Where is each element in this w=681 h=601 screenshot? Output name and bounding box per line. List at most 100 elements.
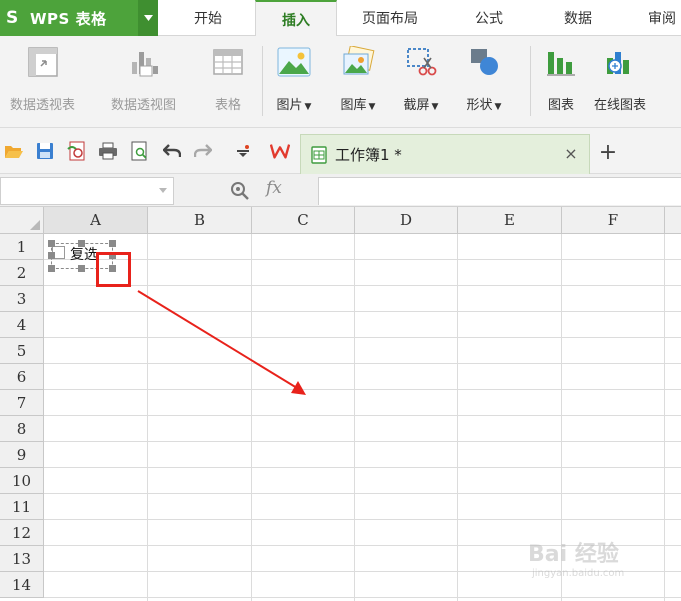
column-header[interactable]: D [355, 207, 458, 234]
grid-line [44, 519, 681, 520]
wps-logo-icon[interactable] [270, 141, 290, 161]
formula-bar: fx [0, 174, 681, 207]
tab-formula[interactable]: 公式 [448, 0, 530, 36]
new-tab-icon[interactable]: + [598, 140, 618, 165]
grid-line [44, 597, 681, 598]
column-header[interactable]: E [458, 207, 562, 234]
pivot-table-label: 数据透视表 [10, 98, 76, 113]
screenshot-label: 截屏 ▼ [403, 98, 439, 113]
row-header[interactable]: 8 [0, 416, 44, 442]
column-header[interactable]: F [562, 207, 665, 234]
grid-line [44, 467, 681, 468]
grid-line [44, 363, 681, 364]
row-header[interactable]: 3 [0, 286, 44, 312]
menu-tab-bar: S WPS 表格 开始 插入 页面布局 公式 数据 审阅 [0, 0, 681, 37]
print-icon[interactable] [98, 141, 118, 161]
tab-review[interactable]: 审阅 [636, 0, 681, 36]
resize-handle[interactable] [78, 265, 85, 272]
bar-chart-icon [543, 44, 579, 80]
resize-handle[interactable] [78, 240, 85, 247]
pivot-chart-icon [126, 44, 162, 80]
quick-access-toolbar: 工作簿1 * × + [0, 128, 681, 174]
gallery-button[interactable]: 图库 ▼ [340, 44, 376, 113]
print-preview-icon[interactable] [130, 141, 150, 161]
column-header[interactable]: A [44, 207, 148, 234]
wps-app-menu-button[interactable]: S WPS 表格 [0, 0, 138, 36]
row-header[interactable]: 12 [0, 520, 44, 546]
watermark-sub: jingyan.baidu.com [532, 568, 625, 579]
grid-line [44, 259, 681, 260]
close-tab-icon[interactable]: × [563, 144, 579, 163]
grid-line [44, 493, 681, 494]
tab-data[interactable]: 数据 [540, 0, 616, 36]
name-box[interactable] [0, 177, 174, 205]
gallery-label: 图库 ▼ [340, 98, 376, 113]
grid-line [44, 441, 681, 442]
tab-page-layout[interactable]: 页面布局 [344, 0, 436, 36]
redo-icon[interactable] [193, 141, 213, 161]
grid-line [44, 415, 681, 416]
row-header[interactable]: 11 [0, 494, 44, 520]
insert-ribbon: 数据透视表 数据透视图 表格 图片 ▼ 图库 ▼ 截屏 ▼ 形状 ▼ 图表 在线… [0, 36, 681, 128]
zoom-function-icon[interactable] [230, 181, 250, 201]
row-header[interactable]: 6 [0, 364, 44, 390]
row-header[interactable]: 1 [0, 234, 44, 260]
picture-icon [276, 44, 312, 80]
select-all-corner[interactable] [0, 207, 44, 234]
checkbox-label: 复选 [70, 247, 98, 263]
row-header[interactable]: 4 [0, 312, 44, 338]
resize-handle[interactable] [48, 240, 55, 247]
customize-dropdown-icon[interactable] [233, 141, 253, 161]
export-pdf-icon[interactable] [66, 141, 86, 161]
grid-line [457, 234, 458, 601]
row-header[interactable]: 14 [0, 572, 44, 598]
row-header[interactable]: 10 [0, 468, 44, 494]
ribbon-separator [530, 46, 531, 116]
screenshot-icon [403, 44, 439, 80]
row-header[interactable]: 13 [0, 546, 44, 572]
table-button[interactable]: 表格 [210, 44, 246, 113]
tab-insert[interactable]: 插入 [255, 0, 337, 37]
chart-label: 图表 [547, 98, 574, 113]
column-header[interactable]: C [252, 207, 355, 234]
row-header[interactable]: 2 [0, 260, 44, 286]
tab-start[interactable]: 开始 [172, 0, 244, 36]
chart-button[interactable]: 图表 [543, 44, 579, 113]
formula-input[interactable] [318, 177, 681, 205]
pivot-table-button[interactable]: 数据透视表 [10, 44, 75, 113]
row-header[interactable]: 5 [0, 338, 44, 364]
grid-line [44, 389, 681, 390]
pivot-chart-label: 数据透视图 [111, 98, 177, 113]
online-chart-icon [602, 44, 638, 80]
undo-icon[interactable] [162, 141, 182, 161]
app-menu-dropdown[interactable] [138, 0, 158, 36]
save-icon[interactable] [35, 141, 55, 161]
grid-line [44, 337, 681, 338]
wps-logo-icon: S [6, 8, 19, 28]
grid-line [354, 234, 355, 601]
resize-handle[interactable] [109, 240, 116, 247]
row-header[interactable]: 7 [0, 390, 44, 416]
open-folder-icon[interactable] [4, 141, 24, 161]
pivot-chart-button[interactable]: 数据透视图 [111, 44, 176, 113]
row-header[interactable]: 9 [0, 442, 44, 468]
resize-handle[interactable] [48, 252, 55, 259]
table-icon [210, 44, 246, 80]
baidu-jingyan-watermark: Bai 经验 jingyan.baidu.com [528, 528, 678, 588]
insert-function-button[interactable]: fx [266, 178, 282, 198]
picture-button[interactable]: 图片 ▼ [276, 44, 312, 113]
screenshot-button[interactable]: 截屏 ▼ [403, 44, 439, 113]
app-title: WPS 表格 [30, 9, 107, 28]
document-tab[interactable]: 工作簿1 * × [300, 134, 590, 174]
highlight-box [96, 252, 131, 287]
online-chart-button[interactable]: 在线图表 [594, 44, 646, 113]
shape-label: 形状 ▼ [466, 98, 502, 113]
online-chart-label: 在线图表 [594, 98, 647, 113]
chevron-down-icon[interactable] [159, 188, 167, 194]
column-header[interactable]: B [148, 207, 252, 234]
picture-label: 图片 ▼ [276, 98, 312, 113]
resize-handle[interactable] [48, 265, 55, 272]
shape-button[interactable]: 形状 ▼ [466, 44, 502, 113]
column-header[interactable] [665, 207, 681, 234]
gallery-icon [340, 44, 376, 80]
